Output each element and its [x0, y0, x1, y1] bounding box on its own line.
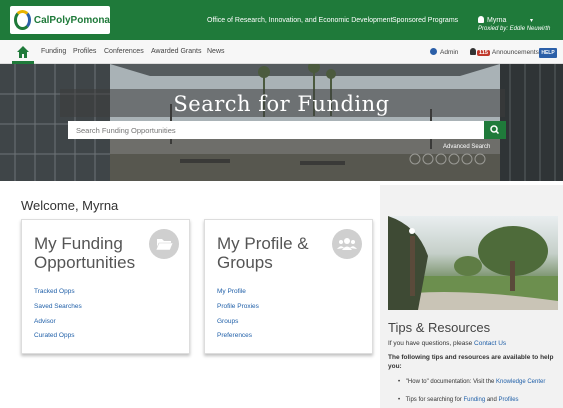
user-name: Myrna — [487, 17, 507, 24]
campus-photo — [388, 216, 558, 310]
tips-title: Tips & Resources — [388, 320, 491, 335]
search-icon — [490, 125, 500, 135]
chevron-down-icon[interactable]: ▾ — [530, 17, 533, 24]
advisor-link[interactable]: Advisor — [34, 318, 56, 325]
questions-text: If you have questions, please Contact Us — [388, 340, 506, 347]
advanced-search-link[interactable]: Advanced Search — [443, 144, 490, 150]
bullet-text: Tips for searching for — [405, 397, 464, 403]
logo-text: CalPolyPomona — [33, 14, 110, 26]
announcements-count-badge: 115 — [477, 50, 490, 56]
nav-news[interactable]: News — [207, 48, 225, 55]
knowledge-center-link[interactable]: Knowledge Center — [496, 379, 545, 385]
gear-icon — [430, 48, 437, 55]
help-button[interactable]: HELP — [539, 48, 557, 58]
nav-awarded-grants[interactable]: Awarded Grants — [151, 48, 201, 55]
nav-funding[interactable]: Funding — [41, 48, 66, 55]
announcements-label: Announcements — [491, 49, 539, 56]
nav-conferences[interactable]: Conferences — [104, 48, 144, 55]
main-nav: Funding Profiles Conferences Awarded Gra… — [0, 40, 563, 64]
sponsored-programs-link[interactable]: Sponsored Programs — [392, 17, 458, 24]
card-title: My Profile & Groups — [217, 234, 309, 272]
welcome-heading: Welcome, Myrna — [21, 198, 119, 213]
hero-title: Search for Funding — [173, 92, 390, 116]
knowledge-center-bullet: "How to" documentation: Visit the Knowle… — [398, 379, 546, 385]
questions-prefix: If you have questions, please — [388, 340, 475, 347]
contact-us-link[interactable]: Contact Us — [474, 340, 506, 347]
search-input[interactable] — [68, 121, 484, 139]
funding-tips-link[interactable]: Funding — [463, 397, 485, 403]
folder-open-icon — [149, 229, 179, 259]
admin-link[interactable]: Admin — [430, 48, 458, 56]
announcements-link[interactable]: 115 Announcements — [470, 48, 539, 56]
bullet-connector: and — [485, 397, 499, 403]
search-tips-bullet: Tips for searching for Funding and Profi… — [398, 397, 519, 403]
preferences-link[interactable]: Preferences — [217, 332, 252, 339]
office-of-research-link[interactable]: Office of Research, Innovation, and Econ… — [207, 17, 392, 24]
nav-profiles[interactable]: Profiles — [73, 48, 96, 55]
curated-opps-link[interactable]: Curated Opps — [34, 332, 74, 339]
profiles-tips-link[interactable]: Profiles — [499, 397, 519, 403]
bell-icon — [470, 48, 476, 55]
tips-intro: The following tips and resources are ava… — [388, 354, 554, 370]
university-logo[interactable]: CalPolyPomona — [10, 6, 110, 34]
proxied-by-text: Proxied by: Eddie Neuwirth — [478, 26, 551, 32]
search-hero: Search for Funding Advanced Search — [0, 64, 563, 181]
card-title: My Funding Opportunities — [34, 234, 136, 272]
search-button[interactable] — [484, 121, 506, 139]
user-menu[interactable]: Myrna Proxied by: Eddie Neuwirth — [478, 16, 550, 32]
saved-searches-link[interactable]: Saved Searches — [34, 303, 82, 310]
profile-groups-card: My Profile & Groups My Profile Profile P… — [204, 219, 373, 354]
profile-proxies-link[interactable]: Profile Proxies — [217, 303, 259, 310]
my-profile-link[interactable]: My Profile — [217, 288, 246, 295]
groups-link[interactable]: Groups — [217, 318, 238, 325]
users-icon — [332, 229, 362, 259]
user-icon — [478, 16, 484, 23]
top-header: CalPolyPomona Office of Research, Innova… — [0, 0, 563, 40]
home-icon[interactable] — [16, 45, 30, 59]
admin-label: Admin — [440, 49, 459, 56]
logo-mark-icon — [14, 10, 31, 30]
funding-opportunities-card: My Funding Opportunities Tracked Opps Sa… — [21, 219, 190, 354]
bullet-text: "How to" documentation: Visit the — [405, 379, 496, 385]
tracked-opps-link[interactable]: Tracked Opps — [34, 288, 75, 295]
